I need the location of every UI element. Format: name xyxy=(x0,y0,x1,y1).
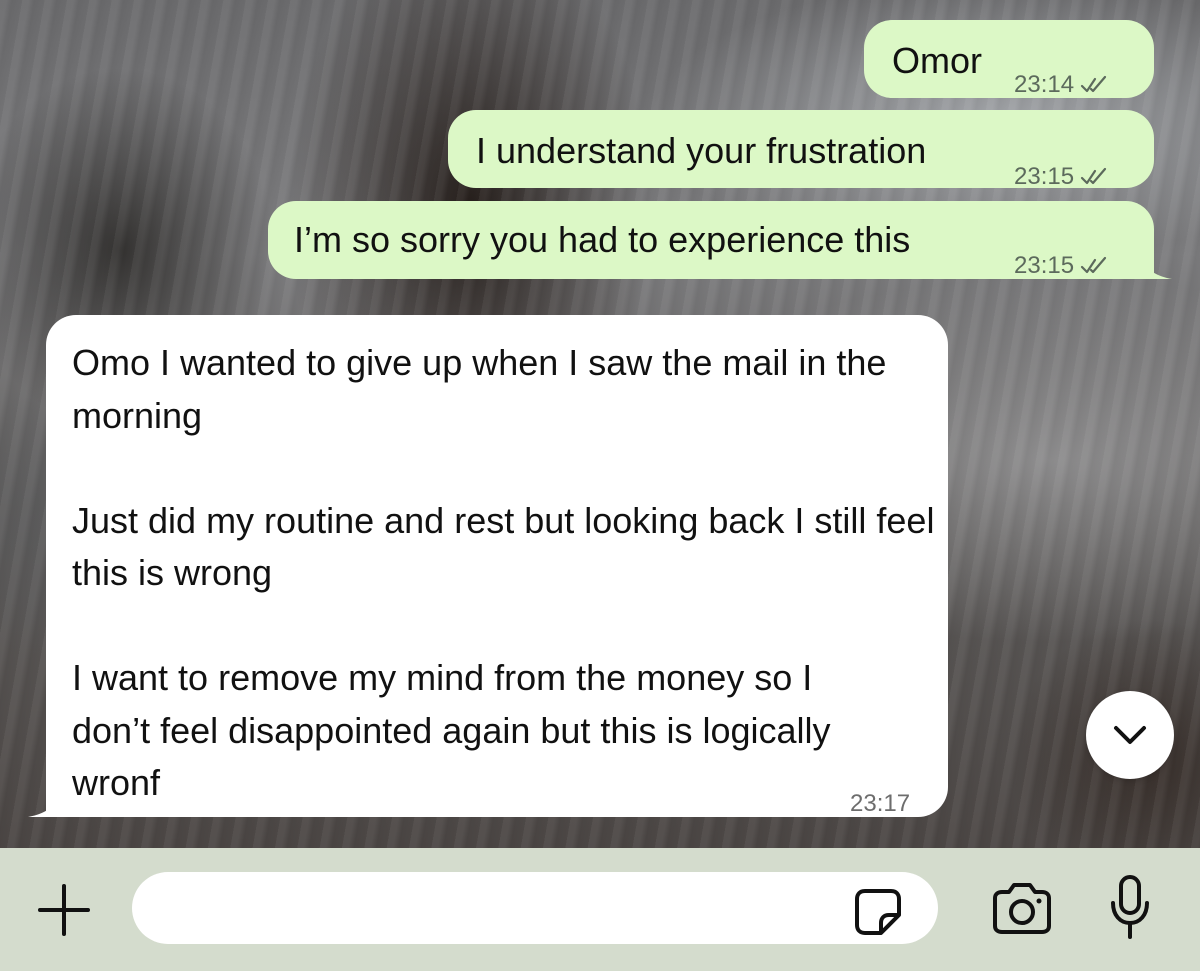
bubble-tail xyxy=(28,787,62,817)
message-text: I understand your frustration xyxy=(476,130,927,171)
outgoing-message-bubble[interactable]: I’m so sorry you had to experience this … xyxy=(268,201,1172,279)
microphone-icon xyxy=(1111,875,1149,939)
sticker-icon xyxy=(855,889,901,935)
sticker-button[interactable] xyxy=(850,884,906,940)
microphone-button[interactable] xyxy=(1100,872,1160,944)
outgoing-message-bubble[interactable]: I understand your frustration 23:15 xyxy=(448,110,1154,190)
message-input-bar xyxy=(0,848,1200,971)
message-meta: 23:15 xyxy=(1014,150,1108,203)
message-paragraph: I want to remove my mind from the money … xyxy=(72,657,831,803)
message-time: 23:15 xyxy=(1014,252,1075,279)
message-meta: 23:15 xyxy=(1014,239,1108,292)
double-check-icon xyxy=(1080,256,1107,273)
bubble-tail xyxy=(1138,249,1172,279)
camera-icon xyxy=(993,883,1051,934)
double-check-icon xyxy=(1080,75,1107,92)
message-text: I’m so sorry you had to experience this xyxy=(294,219,911,260)
outgoing-message-bubble[interactable]: Omor 23:14 xyxy=(864,20,1154,98)
camera-button[interactable] xyxy=(986,878,1058,940)
scroll-to-bottom-button[interactable] xyxy=(1086,691,1174,779)
message-time: 23:14 xyxy=(1014,71,1075,98)
message-time: 23:15 xyxy=(1014,163,1075,190)
message-meta: 23:14 xyxy=(1014,58,1108,111)
attach-button[interactable] xyxy=(34,880,94,940)
message-text: Omo I wanted to give up when I saw the m… xyxy=(72,337,952,810)
message-time: 23:17 xyxy=(850,790,911,817)
double-check-icon xyxy=(1080,167,1107,184)
message-input[interactable] xyxy=(132,872,938,944)
plus-icon xyxy=(38,884,90,936)
message-text: Omor xyxy=(892,40,982,81)
message-paragraph: Just did my routine and rest but looking… xyxy=(72,499,935,594)
message-paragraph: Omo I wanted to give up when I saw the m… xyxy=(72,342,887,436)
incoming-message-bubble[interactable]: Omo I wanted to give up when I saw the m… xyxy=(28,315,948,817)
chevron-down-icon xyxy=(1114,726,1146,744)
